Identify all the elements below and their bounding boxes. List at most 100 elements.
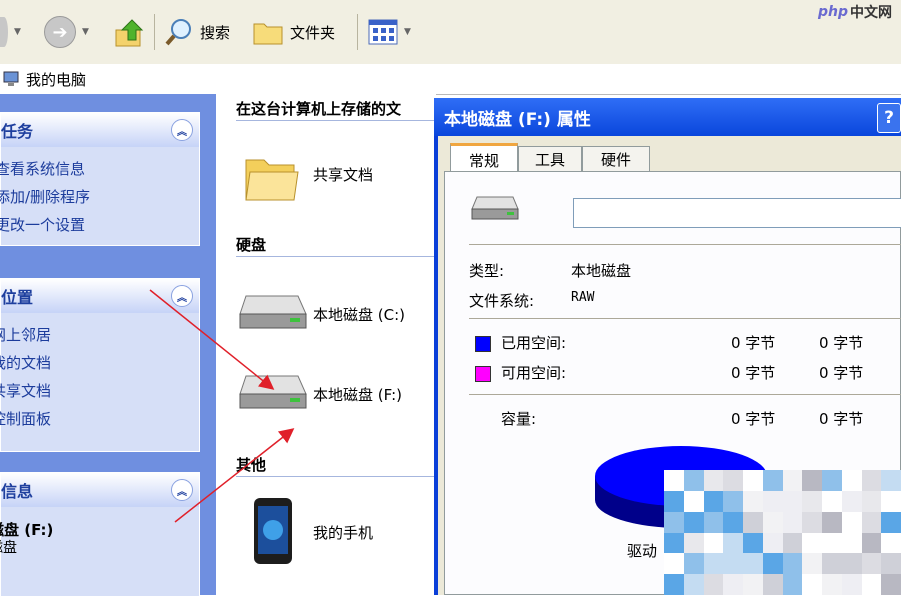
mosaic-cell xyxy=(841,511,862,533)
mosaic-cell xyxy=(664,553,684,575)
mosaic-cell xyxy=(822,511,842,533)
mosaic-cell xyxy=(802,532,823,554)
mosaic-cell xyxy=(841,574,862,596)
mosaic-cell xyxy=(703,470,724,491)
tab-tools[interactable]: 工具 xyxy=(518,146,582,171)
free-space-swatch xyxy=(475,366,491,382)
filesystem-label: 文件系统: xyxy=(469,292,535,310)
tab-general[interactable]: 常规 xyxy=(450,143,518,174)
mosaic-cell xyxy=(841,470,862,491)
free-space-size: 0 字节 xyxy=(819,364,864,382)
pixelated-overlay xyxy=(664,470,901,596)
mosaic-cell xyxy=(841,553,862,575)
capacity-bytes: 0 字节 xyxy=(731,410,776,428)
mosaic-cell xyxy=(743,574,763,596)
mosaic-cell xyxy=(802,574,823,596)
mosaic-cell xyxy=(703,532,724,554)
mosaic-cell xyxy=(683,532,704,554)
drive-icon xyxy=(471,196,519,220)
mosaic-cell xyxy=(723,532,744,554)
mosaic-cell xyxy=(822,574,842,596)
mosaic-cell xyxy=(881,470,901,491)
mosaic-cell xyxy=(723,470,744,491)
mosaic-cell xyxy=(762,532,783,554)
mosaic-cell xyxy=(881,574,901,596)
mosaic-cell xyxy=(861,490,882,512)
free-space-label: 可用空间: xyxy=(501,364,567,382)
tab-hardware[interactable]: 硬件 xyxy=(582,146,650,171)
mosaic-cell xyxy=(861,511,882,533)
mosaic-cell xyxy=(683,574,704,596)
mosaic-cell xyxy=(782,574,803,596)
divider xyxy=(469,394,901,395)
mosaic-cell xyxy=(664,470,684,491)
arrow-to-disk-f xyxy=(149,289,275,390)
mosaic-cell xyxy=(664,511,684,533)
mosaic-cell xyxy=(743,490,763,512)
mosaic-cell xyxy=(861,574,882,596)
dialog-title-bar[interactable]: 本地磁盘 (F:) 属性 ? xyxy=(434,98,901,136)
mosaic-cell xyxy=(723,511,744,533)
capacity-size: 0 字节 xyxy=(819,410,864,428)
mosaic-cell xyxy=(723,553,744,575)
used-space-size: 0 字节 xyxy=(819,334,864,352)
mosaic-cell xyxy=(782,470,803,491)
drive-label: 驱动 xyxy=(627,542,658,560)
mosaic-cell xyxy=(683,553,704,575)
used-space-bytes: 0 字节 xyxy=(731,334,776,352)
arrow-to-disk-f-lower xyxy=(174,428,295,523)
mosaic-cell xyxy=(802,511,823,533)
mosaic-cell xyxy=(664,532,684,554)
mosaic-cell xyxy=(762,490,783,512)
mosaic-cell xyxy=(861,553,882,575)
used-space-label: 已用空间: xyxy=(501,334,567,352)
mosaic-cell xyxy=(664,574,684,596)
mosaic-cell xyxy=(743,553,763,575)
mosaic-cell xyxy=(762,553,783,575)
mosaic-cell xyxy=(861,470,882,491)
mosaic-cell xyxy=(683,490,704,512)
mosaic-cell xyxy=(822,532,842,554)
mosaic-cell xyxy=(723,490,744,512)
mosaic-cell xyxy=(664,490,684,512)
mosaic-cell xyxy=(683,470,704,491)
divider xyxy=(469,244,901,245)
mosaic-cell xyxy=(881,553,901,575)
mosaic-cell xyxy=(782,511,803,533)
mosaic-cell xyxy=(782,490,803,512)
volume-name-input[interactable] xyxy=(573,198,901,228)
mosaic-cell xyxy=(841,532,862,554)
mosaic-cell xyxy=(782,532,803,554)
type-label: 类型: xyxy=(469,262,505,280)
mosaic-cell xyxy=(743,511,763,533)
mosaic-cell xyxy=(683,511,704,533)
mosaic-cell xyxy=(881,511,901,533)
dialog-title: 本地磁盘 (F:) 属性 xyxy=(444,109,591,130)
capacity-label: 容量: xyxy=(501,410,537,428)
mosaic-cell xyxy=(762,511,783,533)
mosaic-cell xyxy=(822,490,842,512)
mosaic-cell xyxy=(861,532,882,554)
mosaic-cell xyxy=(822,553,842,575)
filesystem-value: RAW xyxy=(571,290,595,305)
mosaic-cell xyxy=(881,532,901,554)
mosaic-cell xyxy=(802,553,823,575)
type-value: 本地磁盘 xyxy=(571,262,632,280)
mosaic-cell xyxy=(881,490,901,512)
mosaic-cell xyxy=(703,511,724,533)
free-space-bytes: 0 字节 xyxy=(731,364,776,382)
mosaic-cell xyxy=(703,490,724,512)
mosaic-cell xyxy=(802,490,823,512)
mosaic-cell xyxy=(743,470,763,491)
mosaic-cell xyxy=(762,470,783,491)
mosaic-cell xyxy=(703,553,724,575)
mosaic-cell xyxy=(743,532,763,554)
mosaic-cell xyxy=(841,490,862,512)
mosaic-cell xyxy=(723,574,744,596)
mosaic-cell xyxy=(802,470,823,491)
help-button[interactable]: ? xyxy=(877,103,901,133)
mosaic-cell xyxy=(782,553,803,575)
mosaic-cell xyxy=(762,574,783,596)
used-space-swatch xyxy=(475,336,491,352)
mosaic-cell xyxy=(703,574,724,596)
